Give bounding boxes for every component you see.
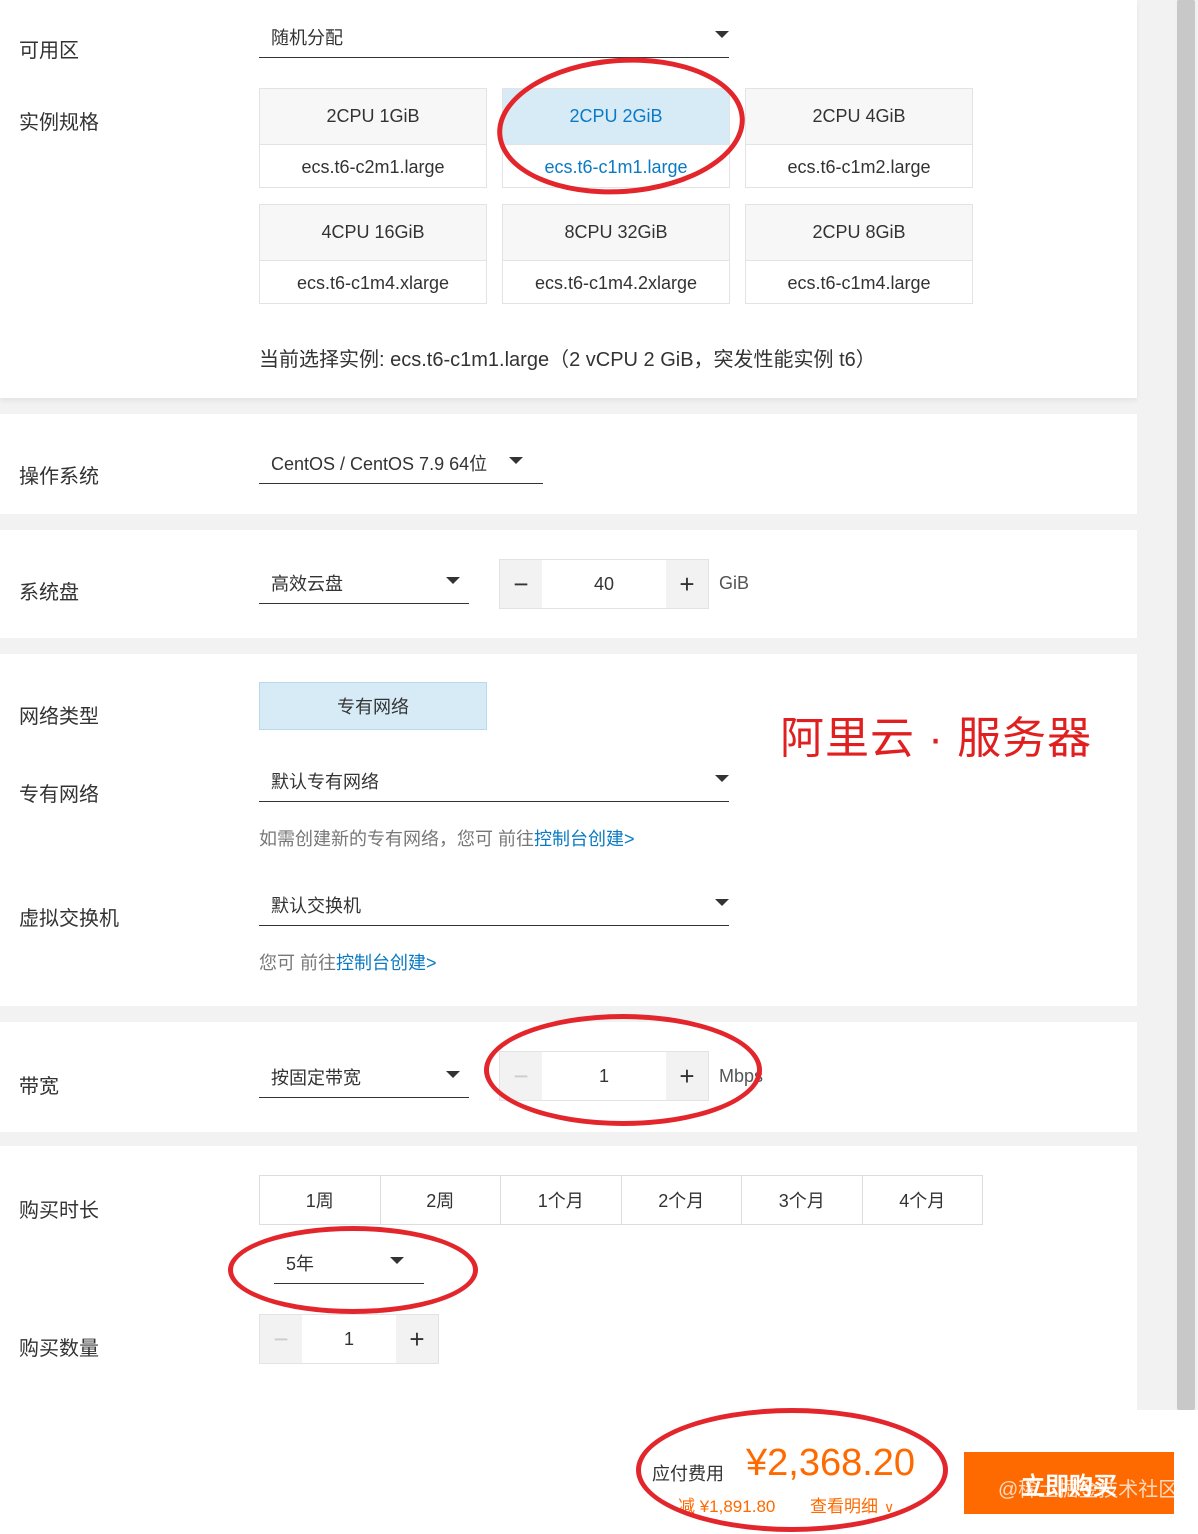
instance-card-spec: 4CPU 16GiB xyxy=(260,205,486,261)
fee-detail-text: 查看明细 xyxy=(810,1497,878,1516)
duration-option-4-month[interactable]: 4个月 xyxy=(861,1175,983,1225)
bandwidth-unit: Mbps xyxy=(719,1066,764,1086)
disk-type-value: 高效云盘 xyxy=(271,574,343,594)
fee-label: 应付费用 xyxy=(652,1464,724,1484)
instance-card-spec: 2CPU 2GiB xyxy=(503,89,729,145)
instance-card-4[interactable]: 4CPU 16GiB ecs.t6-c1m4.xlarge xyxy=(259,204,487,304)
caret-down-icon xyxy=(509,457,523,464)
caret-down-icon xyxy=(446,1071,460,1078)
chevron-down-icon: ∨ xyxy=(884,1499,895,1515)
plus-icon[interactable]: + xyxy=(396,1315,438,1363)
annotation-title: 阿里云 · 服务器 xyxy=(780,714,1093,763)
instance-card-type: ecs.t6-c1m4.large xyxy=(787,272,931,293)
vpc-select-value: 默认专有网络 xyxy=(271,772,379,792)
instance-card-spec: 2CPU 4GiB xyxy=(746,89,972,145)
vswitch-hint-text: 您可 前往 xyxy=(259,953,337,973)
instance-card-3[interactable]: 2CPU 4GiB ecs.t6-c1m2.large xyxy=(745,88,973,188)
duration-option-2-week[interactable]: 2周 xyxy=(379,1175,501,1225)
zone-select[interactable]: 随机分配 xyxy=(259,14,729,58)
instance-card-5[interactable]: 8CPU 32GiB ecs.t6-c1m4.2xlarge xyxy=(502,204,730,304)
bandwidth-stepper[interactable]: − 1 + xyxy=(499,1051,709,1101)
vpc-hint: 如需创建新的专有网络，您可 前往控制台创建> xyxy=(259,825,635,851)
caret-down-icon xyxy=(715,31,729,38)
disk-size-value[interactable]: 40 xyxy=(542,560,666,608)
vpc-hint-text: 如需创建新的专有网络，您可 前往 xyxy=(259,829,534,849)
bandwidth-label: 带宽 xyxy=(19,1076,59,1098)
disk-type-select[interactable]: 高效云盘 xyxy=(259,560,469,604)
vpc-console-link[interactable]: 控制台创建> xyxy=(534,829,635,849)
instance-card-type: ecs.t6-c1m1.large xyxy=(544,156,688,177)
quantity-stepper[interactable]: − 1 + xyxy=(259,1314,439,1364)
vswitch-console-link[interactable]: 控制台创建> xyxy=(336,953,437,973)
purchase-section: 购买时长 1周 2周 1个月 2个月 3个月 4个月 5年 购买数量 − 1 + xyxy=(0,1146,1137,1410)
vpc-select[interactable]: 默认专有网络 xyxy=(259,758,729,802)
duration-option-1-week[interactable]: 1周 xyxy=(259,1175,381,1225)
disk-label: 系统盘 xyxy=(19,582,79,604)
disk-size-stepper[interactable]: − 40 + xyxy=(499,559,709,609)
duration-year-value: 5年 xyxy=(286,1254,315,1274)
caret-down-icon xyxy=(715,775,729,782)
vswitch-select[interactable]: 默认交换机 xyxy=(259,882,729,926)
disk-unit: GiB xyxy=(719,573,750,593)
instance-card-2-selected[interactable]: 2CPU 2GiB ecs.t6-c1m1.large xyxy=(502,88,730,188)
os-select[interactable]: CentOS / CentOS 7.9 64位 xyxy=(259,440,543,484)
network-section: 网络类型 专有网络 阿里云 · 服务器 专有网络 默认专有网络 如需创建新的专有… xyxy=(0,654,1137,1006)
scrollbar-thumb[interactable] xyxy=(1177,0,1195,1410)
instance-card-spec: 2CPU 8GiB xyxy=(746,205,972,261)
vpc-label: 专有网络 xyxy=(19,784,99,806)
duration-option-2-month[interactable]: 2个月 xyxy=(620,1175,742,1225)
disk-section: 系统盘 高效云盘 − 40 + GiB xyxy=(0,530,1137,638)
fee-amount: ¥2,368.20 xyxy=(746,1442,916,1484)
bandwidth-value[interactable]: 1 xyxy=(542,1052,666,1100)
caret-down-icon xyxy=(390,1257,404,1264)
duration-option-3-month[interactable]: 3个月 xyxy=(741,1175,863,1225)
duration-year-select[interactable]: 5年 xyxy=(274,1240,424,1284)
zone-label: 可用区 xyxy=(19,40,79,62)
vswitch-hint: 您可 前往控制台创建> xyxy=(259,949,437,975)
minus-icon[interactable]: − xyxy=(500,1052,542,1100)
instance-card-type: ecs.t6-c1m2.large xyxy=(787,156,931,177)
order-footer: 应付费用 ¥2,368.20 减 ¥1,891.80 查看明细 ∨ 立即购买 @稀… xyxy=(0,1410,1198,1534)
duration-option-1-month[interactable]: 1个月 xyxy=(500,1175,622,1225)
vswitch-select-value: 默认交换机 xyxy=(271,896,361,916)
quantity-label: 购买数量 xyxy=(19,1338,99,1360)
caret-down-icon xyxy=(446,577,460,584)
os-section: 操作系统 CentOS / CentOS 7.9 64位 xyxy=(0,414,1137,514)
instance-label: 实例规格 xyxy=(19,112,99,134)
instance-card-spec: 8CPU 32GiB xyxy=(503,205,729,261)
instance-section: 可用区 随机分配 实例规格 2CPU 1GiB ecs.t6-c2m1.larg… xyxy=(0,0,1137,398)
bandwidth-section: 带宽 按固定带宽 − 1 + Mbps xyxy=(0,1022,1137,1132)
instance-card-1[interactable]: 2CPU 1GiB ecs.t6-c2m1.large xyxy=(259,88,487,188)
instance-card-spec: 2CPU 1GiB xyxy=(260,89,486,145)
quantity-value[interactable]: 1 xyxy=(302,1315,396,1363)
instance-card-6[interactable]: 2CPU 8GiB ecs.t6-c1m4.large xyxy=(745,204,973,304)
fee-discount: 减 ¥1,891.80 xyxy=(678,1497,776,1516)
vswitch-label: 虚拟交换机 xyxy=(19,908,119,930)
zone-select-value: 随机分配 xyxy=(271,28,343,48)
caret-down-icon xyxy=(715,899,729,906)
minus-icon[interactable]: − xyxy=(500,560,542,608)
network-type-vpc-button[interactable]: 专有网络 xyxy=(259,682,487,730)
duration-options: 1周 2周 1个月 2个月 3个月 4个月 xyxy=(259,1175,983,1225)
instance-card-type: ecs.t6-c1m4.xlarge xyxy=(296,272,450,293)
duration-label: 购买时长 xyxy=(19,1200,99,1222)
plus-icon[interactable]: + xyxy=(666,560,708,608)
plus-icon[interactable]: + xyxy=(666,1052,708,1100)
current-instance-text: 当前选择实例: ecs.t6-c1m1.large（2 vCPU 2 GiB，突… xyxy=(259,349,876,371)
minus-icon[interactable]: − xyxy=(260,1315,302,1363)
buy-now-button[interactable]: 立即购买 xyxy=(964,1452,1174,1514)
instance-card-type: ecs.t6-c2m1.large xyxy=(301,156,445,177)
instance-card-type: ecs.t6-c1m4.2xlarge xyxy=(534,272,698,293)
bandwidth-mode-select[interactable]: 按固定带宽 xyxy=(259,1054,469,1098)
bandwidth-mode-value: 按固定带宽 xyxy=(271,1068,361,1088)
fee-detail-link[interactable]: 查看明细 ∨ xyxy=(810,1492,894,1517)
os-label: 操作系统 xyxy=(19,466,99,488)
os-select-value: CentOS / CentOS 7.9 64位 xyxy=(271,454,488,474)
network-type-label: 网络类型 xyxy=(19,706,99,728)
